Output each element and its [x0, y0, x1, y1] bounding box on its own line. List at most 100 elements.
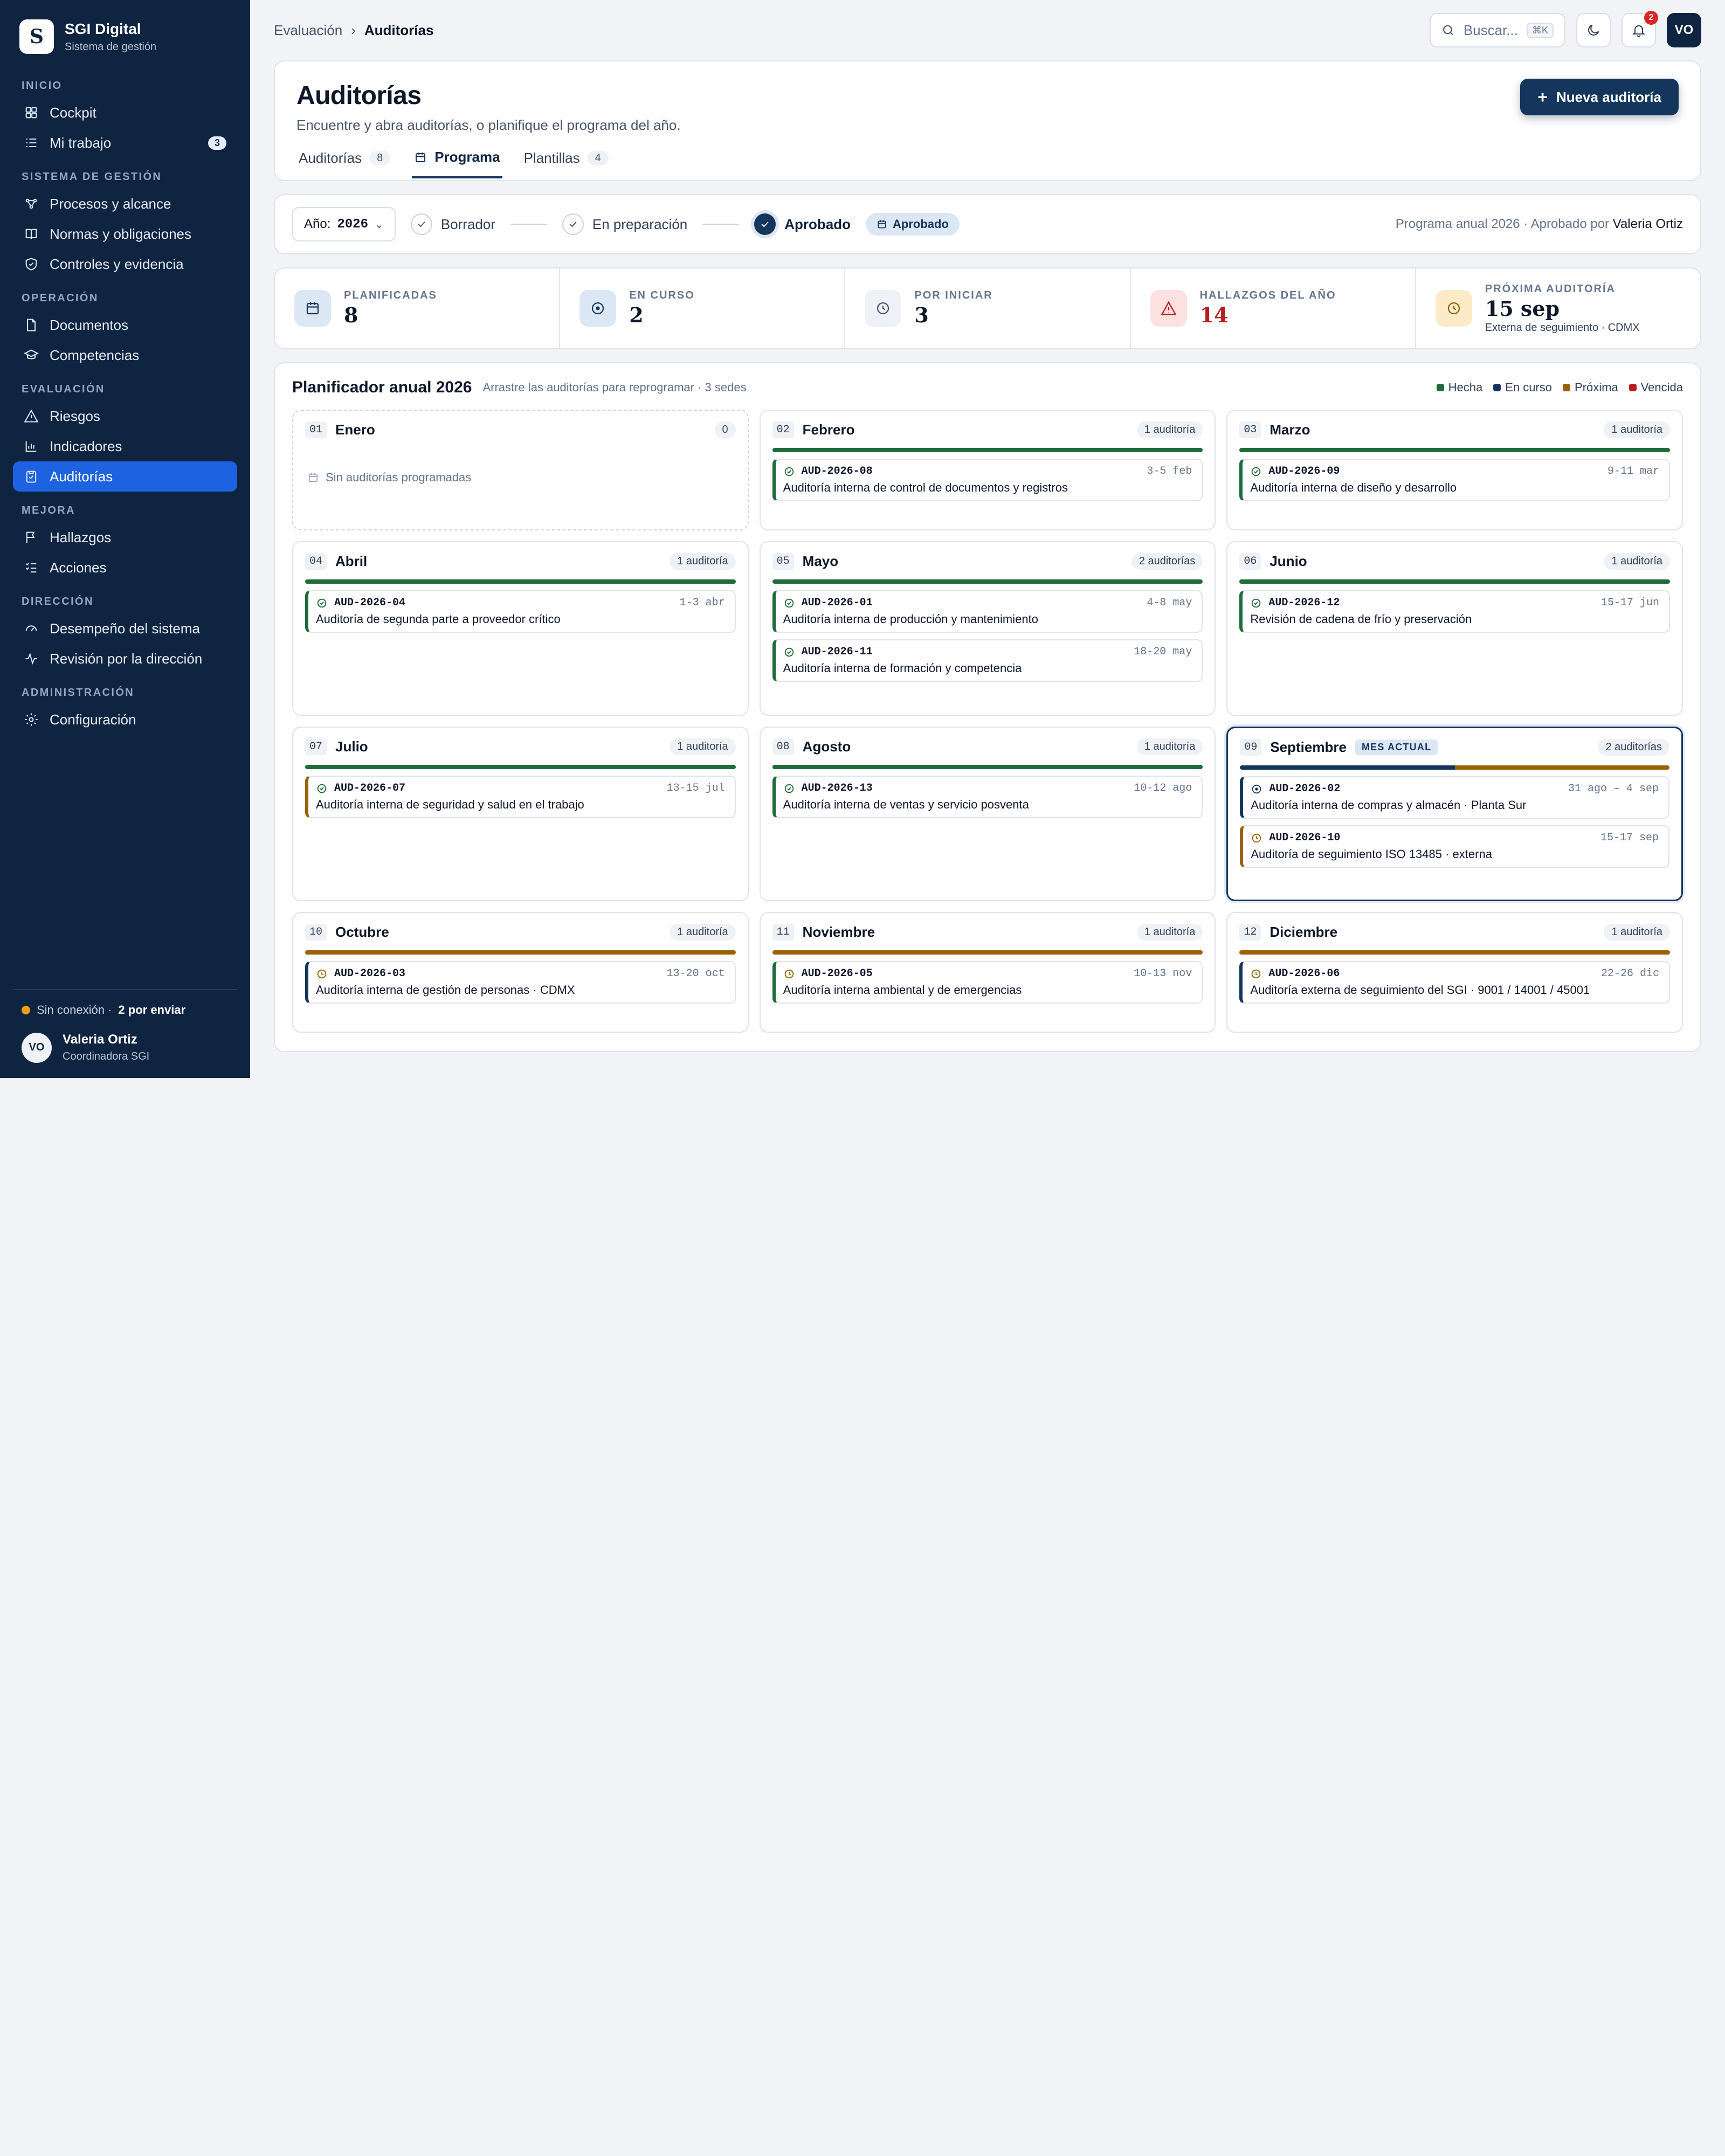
- month-name: Octubre: [335, 924, 389, 940]
- audit-title: Auditoría interna de gestión de personas…: [316, 983, 575, 997]
- step-aprobado[interactable]: Aprobado: [754, 213, 851, 235]
- sidebar-item-hallazgos[interactable]: Hallazgos: [13, 522, 237, 552]
- month-card[interactable]: 08 Agosto 1 auditoría AUD-2026-13 10-12 ago A…: [759, 727, 1216, 901]
- legend: Hecha En curso Próxima Vencida: [1436, 381, 1683, 395]
- kpi-value: 8: [344, 303, 358, 327]
- sidebar-item-acciones[interactable]: Acciones: [13, 552, 237, 583]
- process-icon: [25, 198, 37, 209]
- sidebar-item-cockpit[interactable]: Cockpit: [13, 98, 237, 128]
- month-status-bar: [772, 448, 1203, 452]
- audit-card[interactable]: AUD-2026-13 10-12 ago Auditoría interna de…: [772, 776, 1203, 818]
- audit-card[interactable]: AUD-2026-04 1-3 abr Auditoría de segunda p…: [305, 590, 736, 633]
- sidebar-section-title: OPERACIÓN: [22, 292, 99, 304]
- month-card[interactable]: 05 Mayo 2 auditorías AUD-2026-01 4-8 may Audi…: [759, 541, 1216, 716]
- audit-card[interactable]: AUD-2026-05 10-13 nov Auditoría interna am…: [772, 961, 1203, 1004]
- sidebar-item-configuracion[interactable]: Configuración: [13, 704, 237, 735]
- month-card[interactable]: 10 Octubre 1 auditoría AUD-2026-03 13-20 oct…: [292, 912, 749, 1033]
- user-avatar-button[interactable]: VO: [1667, 13, 1701, 47]
- tab-auditorias[interactable]: Auditorías 8: [296, 149, 392, 178]
- kpi-value: 2: [629, 303, 644, 327]
- sidebar-item-label: Hallazgos: [50, 529, 112, 545]
- pending-count[interactable]: 2 por enviar: [118, 1003, 185, 1017]
- kpi-2[interactable]: POR INICIAR 3: [845, 268, 1131, 348]
- month-card[interactable]: 09 Septiembre MES ACTUAL 2 auditorías AUD-20…: [1226, 727, 1683, 901]
- kpi-4[interactable]: PRÓXIMA AUDITORÍA 15 sep Externa de seguim…: [1416, 268, 1700, 348]
- month-name: Julio: [335, 738, 368, 755]
- audit-card[interactable]: AUD-2026-09 9-11 mar Auditoría interna de …: [1239, 459, 1670, 501]
- tab-programa[interactable]: Programa: [412, 149, 502, 178]
- tab-plantillas[interactable]: Plantillas 4: [522, 149, 611, 178]
- month-card[interactable]: 02 Febrero 1 auditoría AUD-2026-08 3-5 feb Au…: [759, 410, 1216, 530]
- user-profile[interactable]: VO Valeria Ortiz Coordinadora SGI: [22, 1032, 229, 1063]
- sidebar-item-riesgos[interactable]: Riesgos: [13, 401, 237, 431]
- gear-icon: [25, 713, 38, 726]
- month-card[interactable]: 04 Abril 1 auditoría AUD-2026-04 1-3 abr Audi…: [292, 541, 749, 716]
- month-card[interactable]: 01 Enero 0 Sin auditorías programadas: [292, 410, 749, 530]
- program-info-text: Programa anual 2026 · Aprobado por: [1395, 217, 1610, 231]
- breadcrumb-evaluacion[interactable]: Evaluación: [274, 22, 342, 39]
- month-audit-count: 1 auditoría: [1604, 924, 1670, 941]
- audit-code: AUD-2026-03: [334, 968, 406, 980]
- month-status-bar: [772, 765, 1203, 769]
- sidebar-item-auditorias[interactable]: Auditorías: [13, 461, 237, 492]
- month-name: Abril: [335, 553, 368, 569]
- audit-title: Auditoría interna de compras y almacén ·…: [1251, 798, 1527, 812]
- audit-code: AUD-2026-07: [334, 782, 406, 794]
- clock-icon: [1447, 302, 1460, 315]
- sidebar-item-revision-por-la-direccion[interactable]: Revisión por la dirección: [13, 644, 237, 674]
- sidebar-item-controles-y-evidencia[interactable]: Controles y evidencia: [13, 249, 237, 279]
- kpi-0[interactable]: PLANIFICADAS 8: [275, 268, 561, 348]
- kpi-icon-box: [865, 290, 902, 327]
- sidebar-item-desempeno-del-sistema[interactable]: Desempeño del sistema: [13, 613, 237, 644]
- offline-dot-icon: [22, 1006, 30, 1014]
- sidebar-item-indicadores[interactable]: Indicadores: [13, 431, 237, 461]
- step-en-preparacion[interactable]: En preparación: [562, 213, 687, 235]
- step-borrador[interactable]: Borrador: [410, 213, 495, 235]
- check-circle-icon: [784, 598, 794, 607]
- status-badge: Aprobado: [866, 213, 960, 236]
- notifications-button[interactable]: 2: [1622, 11, 1658, 47]
- search-input[interactable]: Buscar... ⌘K: [1430, 13, 1565, 47]
- audit-card[interactable]: AUD-2026-03 13-20 oct Auditoría interna de…: [305, 961, 736, 1004]
- kpi-1[interactable]: EN CURSO 2: [560, 268, 846, 348]
- audit-card[interactable]: AUD-2026-02 31 ago – 4 sep Auditoría inter…: [1240, 776, 1669, 819]
- month-card[interactable]: 07 Julio 1 auditoría AUD-2026-07 13-15 jul Au…: [292, 727, 749, 901]
- status-bar-segment: [305, 579, 736, 584]
- new-audit-button[interactable]: + Nueva auditoría: [1520, 79, 1679, 115]
- month-card[interactable]: 11 Noviembre 1 auditoría AUD-2026-05 10-13 n…: [759, 912, 1216, 1033]
- audit-card[interactable]: AUD-2026-08 3-5 feb Auditoría interna de c…: [772, 459, 1203, 501]
- audit-dates: 15-17 sep: [1600, 832, 1659, 844]
- theme-toggle-button[interactable]: [1576, 13, 1611, 47]
- month-status-bar: [772, 579, 1203, 584]
- kpi-subtext: Externa de seguimiento · CDMX: [1485, 321, 1640, 334]
- user-name: Valeria Ortiz: [63, 1032, 137, 1047]
- page-header: Auditorías Encuentre y abra auditorías, …: [274, 60, 1701, 181]
- sidebar-item-normas-y-obligaciones[interactable]: Normas y obligaciones: [13, 219, 237, 249]
- check-circle-icon: [1252, 598, 1261, 607]
- month-number: 06: [1239, 553, 1261, 570]
- month-card[interactable]: 12 Diciembre 1 auditoría AUD-2026-06 22-26 d…: [1226, 912, 1683, 1033]
- month-audit-count: 1 auditoría: [670, 924, 736, 941]
- chevron-right-icon: ›: [351, 22, 356, 38]
- month-audit-count: 1 auditoría: [1604, 553, 1670, 570]
- audit-card[interactable]: AUD-2026-01 4-8 may Auditoría interna de p…: [772, 590, 1203, 633]
- status-bar-segment: [1454, 765, 1669, 770]
- sidebar-item-documentos[interactable]: Documentos: [13, 310, 237, 340]
- audit-card[interactable]: AUD-2026-10 15-17 sep Auditoría de seguimi…: [1240, 825, 1669, 868]
- audit-card[interactable]: AUD-2026-07 13-15 jul Auditoría interna de…: [305, 776, 736, 818]
- audit-card[interactable]: AUD-2026-12 15-17 jun Revisión de cadena d…: [1239, 590, 1670, 633]
- sidebar-item-competencias[interactable]: Competencias: [13, 340, 237, 370]
- kpi-3[interactable]: HALLAZGOS DEL AÑO 14: [1131, 268, 1416, 348]
- year-select[interactable]: Año: 2026 ⌄: [292, 207, 396, 241]
- month-card[interactable]: 03 Marzo 1 auditoría AUD-2026-09 9-11 mar Aud…: [1226, 410, 1683, 530]
- audit-card[interactable]: AUD-2026-11 18-20 may Auditoría interna de…: [772, 639, 1203, 682]
- audit-code: AUD-2026-11: [801, 646, 873, 658]
- month-card[interactable]: 06 Junio 1 auditoría AUD-2026-12 15-17 jun Re…: [1226, 541, 1683, 716]
- audit-card[interactable]: AUD-2026-06 22-26 dic Auditoría externa de…: [1239, 961, 1670, 1004]
- audit-code: AUD-2026-08: [801, 465, 873, 478]
- sidebar-item-mi-trabajo[interactable]: Mi trabajo 3: [13, 128, 237, 158]
- sidebar-item-procesos-y-alcance[interactable]: Procesos y alcance: [13, 189, 237, 219]
- legend-label: En curso: [1505, 381, 1552, 394]
- month-status-bar: [305, 765, 736, 769]
- legend-item: Vencida: [1629, 381, 1683, 395]
